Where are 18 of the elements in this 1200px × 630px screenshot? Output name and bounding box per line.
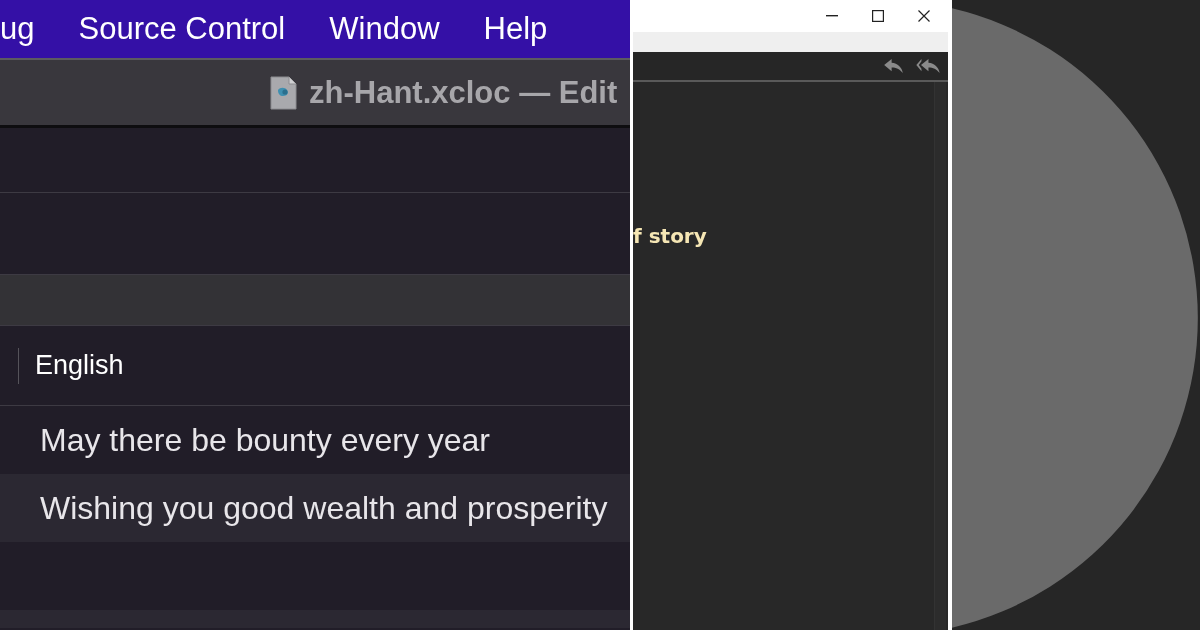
reply-all-button[interactable]: [916, 59, 940, 73]
table-cell: May there be bounty every year: [40, 421, 490, 459]
menu-item[interactable]: Window: [329, 11, 440, 47]
maximize-icon: [872, 10, 884, 22]
menu-item[interactable]: ug: [0, 11, 35, 47]
reply-all-icon: [916, 59, 940, 73]
column-header[interactable]: English: [35, 350, 124, 381]
reply-button[interactable]: [884, 59, 903, 73]
window-title: zh-Hant.xcloc — Edit: [309, 74, 618, 111]
table-cell: Wishing you good wealth and prosperity: [40, 489, 608, 527]
minimize-icon: [826, 15, 838, 17]
close-icon: [918, 10, 930, 22]
scrollbar-track[interactable]: [934, 82, 946, 630]
document-icon: [270, 75, 297, 110]
menu-item[interactable]: Help: [483, 11, 548, 47]
body-text: f story: [633, 224, 707, 248]
reply-icon: [884, 59, 903, 73]
menu-item[interactable]: Source Control: [78, 11, 286, 47]
